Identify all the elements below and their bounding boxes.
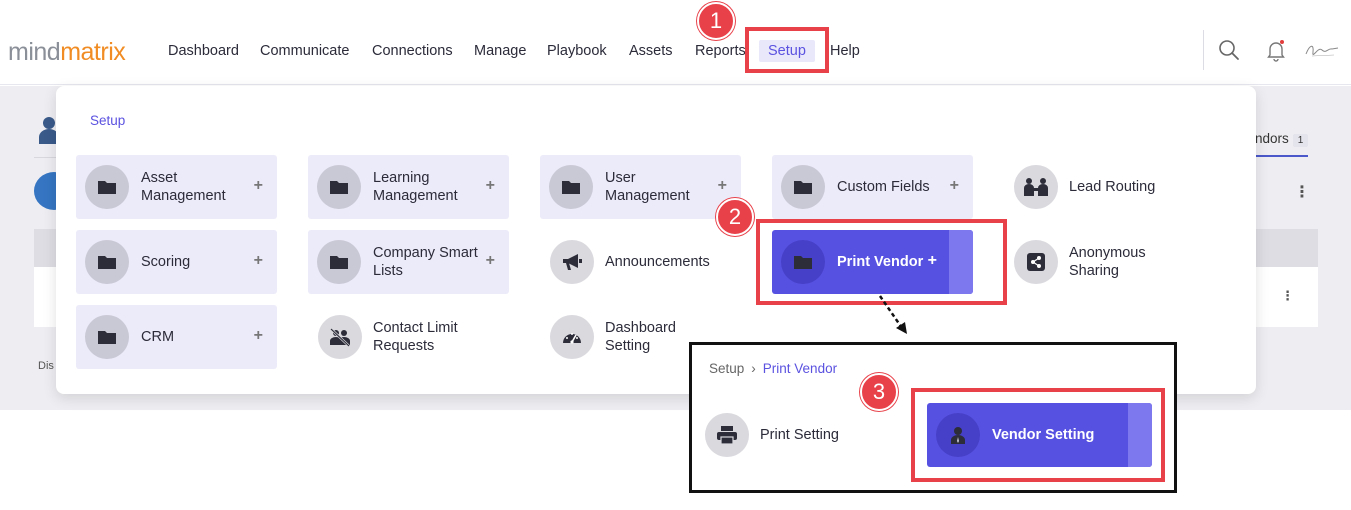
step-badge-2: 2 [716,198,754,236]
tab-label: ndors [1255,131,1289,146]
tile-anonymous-sharing[interactable]: Anonymous Sharing [1004,230,1205,294]
tile-custom-fields[interactable]: Custom Fields + [772,155,973,219]
tile-scoring[interactable]: Scoring + [76,230,277,294]
tile-label: Scoring [141,254,191,270]
expand-icon[interactable]: + [486,177,495,195]
nav-assets[interactable]: Assets [629,43,673,59]
tile-contact-limit-requests[interactable]: Contact Limit Requests [308,305,509,369]
breadcrumb-setup[interactable]: Setup [709,361,744,376]
tile-learning-management[interactable]: Learning Management + [308,155,509,219]
more-options-icon[interactable]: ⋮ [1294,182,1310,202]
nav-reports[interactable]: Reports [695,43,746,59]
menu-title: Setup [90,113,126,128]
nav-communicate[interactable]: Communicate [260,43,349,59]
folder-icon [85,240,129,284]
highlight-print-vendor [756,219,1007,305]
printer-icon [705,413,749,457]
lead-routing-icon [1014,165,1058,209]
nav-manage[interactable]: Manage [474,43,526,59]
expand-icon[interactable]: + [254,252,263,270]
nav-help[interactable]: Help [830,43,860,59]
highlight-vendor-setting [911,388,1165,482]
breadcrumb: Setup › Print Vendor [709,361,837,376]
expand-icon[interactable]: + [950,177,959,195]
expand-icon[interactable]: + [254,177,263,195]
tile-company-smart-lists[interactable]: Company Smart Lists + [308,230,509,294]
chevron-right-icon: › [751,361,756,376]
tile-crm[interactable]: CRM + [76,305,277,369]
folder-icon [317,165,361,209]
expand-icon[interactable]: + [486,252,495,270]
nav-playbook[interactable]: Playbook [547,43,607,59]
expand-icon[interactable]: + [718,177,727,195]
tile-label: Print Setting [760,427,839,443]
tile-print-setting[interactable]: Print Setting [695,403,895,467]
tile-label: Contact Limit Requests [373,320,458,354]
breadcrumb-print-vendor[interactable]: Print Vendor [763,361,837,376]
highlight-setup [745,27,829,73]
tile-label: Lead Routing [1069,179,1156,195]
tile-asset-management[interactable]: Asset Management + [76,155,277,219]
contact-limit-icon [318,315,362,359]
arrow-icon [878,295,907,334]
tile-label: CRM [141,329,175,345]
tile-label: Learning Management [373,170,458,204]
nav-connections[interactable]: Connections [372,43,453,59]
tile-announcements[interactable]: Announcements [540,230,741,294]
logo-text-mind: mind [8,38,61,66]
mindmatrix-logo[interactable]: mindmatrix [8,38,126,67]
tile-label: Announcements [605,254,710,270]
nav-divider [1203,30,1204,70]
megaphone-icon [550,240,594,284]
folder-icon [549,165,593,209]
tile-lead-routing[interactable]: Lead Routing [1004,155,1205,219]
folder-icon [85,165,129,209]
tile-label: Company Smart Lists [373,245,478,279]
folder-icon [781,165,825,209]
folder-icon [317,240,361,284]
share-icon [1014,240,1058,284]
tab-count-badge: 1 [1292,134,1309,147]
nav-dashboard[interactable]: Dashboard [168,43,239,59]
tile-label: User Management [605,170,690,204]
footer-text: Dis [38,360,54,372]
search-icon[interactable] [1217,38,1241,62]
row-options-icon[interactable]: ⋮ [1281,288,1294,304]
tile-label: Asset Management [141,170,226,204]
tab-vendors[interactable]: ndors 1 [1255,131,1309,147]
step-badge-1: 1 [697,2,735,40]
tile-label: Custom Fields [837,179,930,195]
top-navigation-bar: mindmatrix Dashboard Communicate Connect… [0,0,1351,85]
bell-icon[interactable] [1264,38,1288,62]
tile-user-management[interactable]: User Management + [540,155,741,219]
step-badge-3: 3 [860,373,898,411]
signature-avatar[interactable] [1304,40,1340,60]
logo-text-matrix: matrix [60,38,126,66]
notification-dot [1280,40,1284,44]
expand-icon[interactable]: + [254,327,263,345]
speedometer-icon [550,315,594,359]
folder-icon [85,315,129,359]
tile-label: Anonymous Sharing [1069,245,1146,279]
